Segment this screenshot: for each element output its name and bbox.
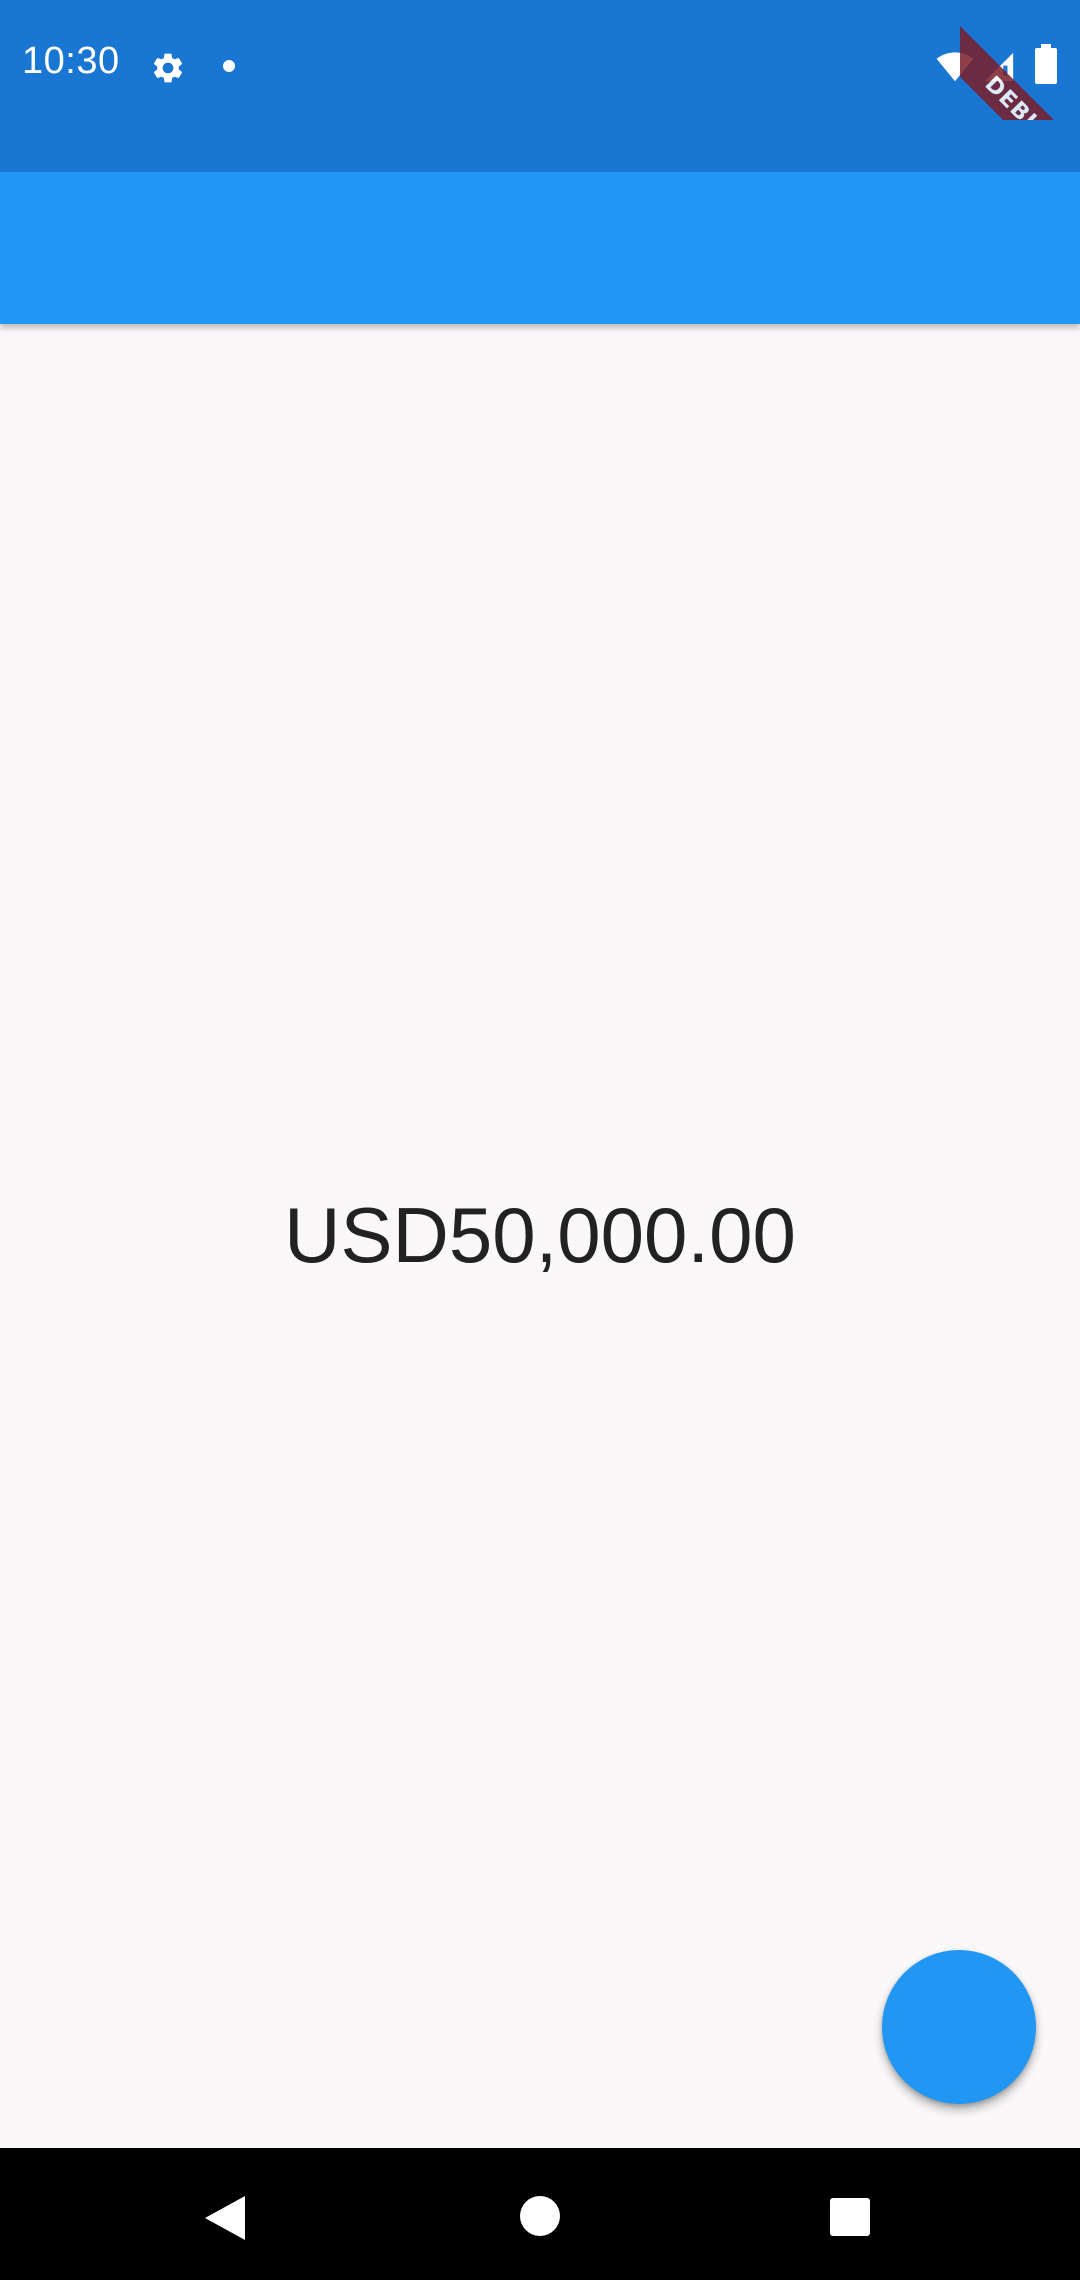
notification-dot-icon [223,60,235,72]
signal-icon [984,52,1014,82]
gear-icon [153,53,183,83]
navigation-bar [0,2148,1080,2280]
wifi-icon [936,52,974,82]
floating-action-button[interactable] [882,1950,1036,2104]
home-icon[interactable] [520,2196,560,2236]
battery-icon [1035,44,1057,84]
app-bar [0,172,1080,324]
back-icon[interactable] [205,2196,245,2240]
status-bar: 10:30 [0,0,1080,172]
recents-icon[interactable] [830,2198,870,2236]
app-screen: 10:30 DEBUG USD50,000.00 [0,0,1080,2280]
currency-amount: USD50,000.00 [284,1191,796,1279]
status-time: 10:30 [22,40,120,82]
